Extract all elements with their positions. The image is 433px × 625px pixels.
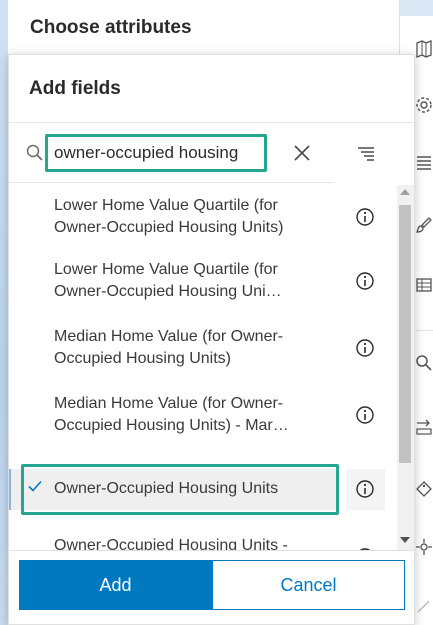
field-label: Lower Home Value Quartile (for Owner-Occ…: [54, 197, 284, 236]
list-scrollbar[interactable]: [397, 185, 414, 551]
dialog-title: Add fields: [29, 78, 121, 99]
tag-icon[interactable]: [414, 478, 433, 500]
cancel-button[interactable]: Cancel: [212, 560, 405, 610]
collapse-icon[interactable]: [414, 596, 433, 618]
info-icon[interactable]: [355, 479, 375, 499]
scroll-thumb[interactable]: [399, 205, 411, 463]
info-icon[interactable]: [355, 271, 375, 291]
search-icon[interactable]: [414, 352, 433, 374]
locate-icon[interactable]: [414, 536, 433, 558]
legend-icon[interactable]: [414, 152, 433, 174]
map-icon[interactable]: [414, 38, 433, 60]
field-label: Lower Home Value Quartile (for Owner-Occ…: [54, 261, 282, 300]
scroll-down-arrow-icon[interactable]: [400, 537, 410, 543]
field-label: Median Home Value (for Owner- Occupied H…: [54, 328, 284, 367]
list-item[interactable]: Lower Home Value Quartile (for Owner-Occ…: [9, 185, 397, 247]
list-item[interactable]: Median Home Value (for Owner- Occupied H…: [9, 316, 397, 378]
field-list: Lower Home Value Quartile (for Owner-Occ…: [9, 185, 397, 551]
field-label: Median Home Value (for Owner- Occupied H…: [54, 395, 289, 434]
measure-icon[interactable]: [414, 416, 433, 438]
info-icon[interactable]: [355, 207, 375, 227]
field-search-input[interactable]: [45, 134, 267, 172]
info-icon[interactable]: [355, 405, 375, 425]
table-icon[interactable]: [414, 274, 433, 296]
map-background: [0, 0, 8, 625]
divider: [9, 182, 334, 183]
sort-fields-button[interactable]: [353, 141, 379, 167]
settings-icon[interactable]: [414, 94, 433, 116]
close-icon: [294, 145, 310, 161]
add-fields-dialog: Add fields Lower Home Value Quartile (fo…: [8, 54, 415, 625]
scroll-up-arrow-icon[interactable]: [400, 189, 410, 195]
clear-search-button[interactable]: [289, 140, 315, 166]
list-item[interactable]: Lower Home Value Quartile (for Owner-Occ…: [9, 249, 397, 311]
divider: [9, 550, 414, 551]
list-item[interactable]: Owner-Occupied Housing Units -: [9, 525, 397, 551]
info-icon[interactable]: [355, 338, 375, 358]
search-icon: [25, 143, 45, 163]
add-button[interactable]: Add: [19, 560, 212, 610]
field-label: Owner-Occupied Housing Units -: [54, 537, 288, 551]
brush-icon[interactable]: [414, 214, 433, 236]
field-label: Owner-Occupied Housing Units: [54, 480, 279, 497]
sort-lines-icon: [358, 147, 374, 161]
divider: [9, 122, 414, 123]
check-icon: [27, 478, 43, 494]
list-item[interactable]: Median Home Value (for Owner- Occupied H…: [9, 383, 397, 445]
panel-title: Choose attributes: [30, 17, 192, 38]
